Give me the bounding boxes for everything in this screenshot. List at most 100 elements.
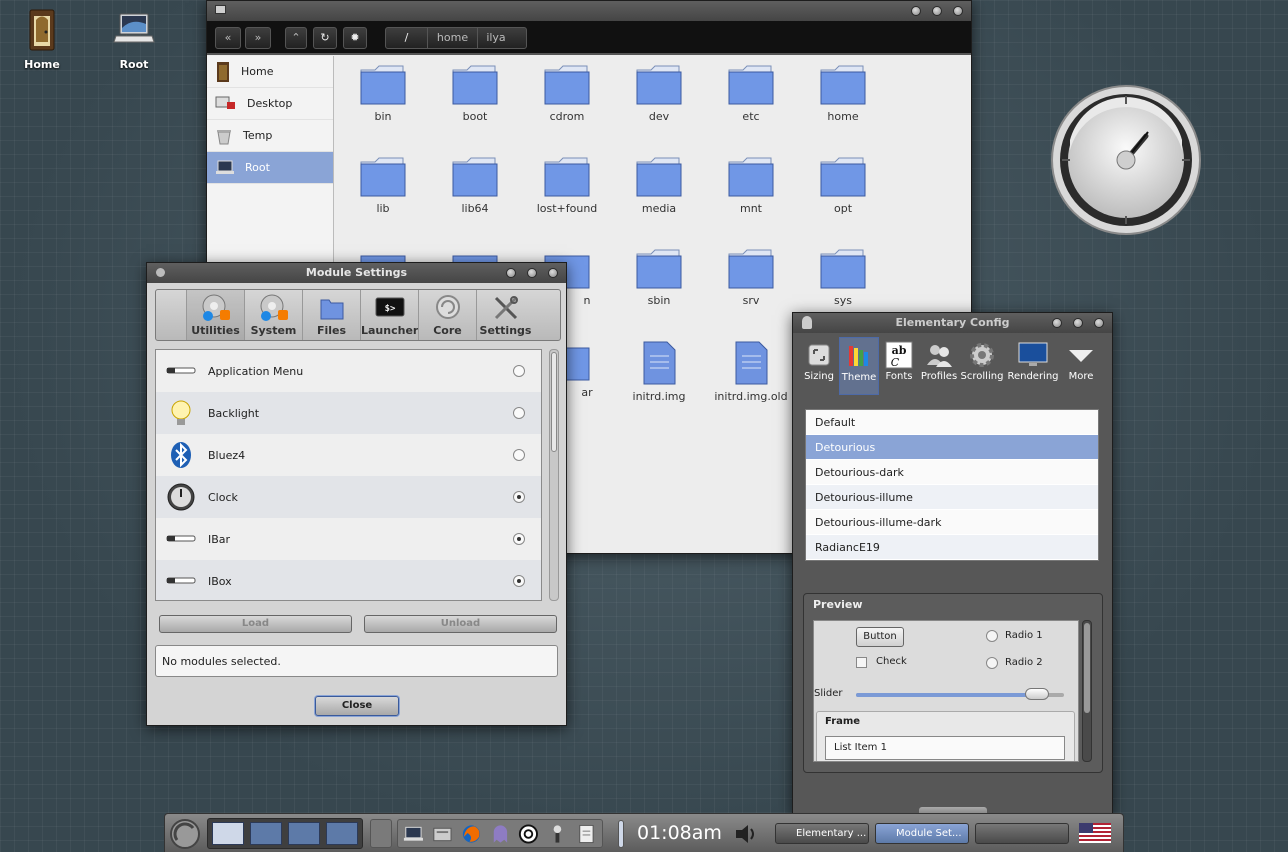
firefox-icon[interactable]: [460, 823, 483, 845]
preview-list-item[interactable]: List Item 1: [825, 736, 1065, 760]
task-empty[interactable]: [975, 823, 1069, 844]
folder-item[interactable]: boot: [431, 64, 519, 123]
folder-item[interactable]: sbin: [615, 248, 703, 307]
tab-launcher[interactable]: $> Launcher: [360, 290, 418, 340]
folder-item[interactable]: home: [799, 64, 887, 123]
document-icon[interactable]: [575, 823, 598, 845]
load-button[interactable]: Load: [159, 615, 352, 633]
pager-desk-2[interactable]: [250, 822, 282, 845]
folder-item[interactable]: sys: [799, 248, 887, 307]
folder-item[interactable]: lib64: [431, 156, 519, 215]
folder-item[interactable]: dev: [615, 64, 703, 123]
clock-time[interactable]: 01:08am: [637, 822, 722, 844]
window-menu-icon[interactable]: [215, 5, 226, 14]
laptop-icon[interactable]: [402, 823, 425, 845]
sidebar-item-home[interactable]: Home: [207, 56, 333, 88]
module-loaded-indicator[interactable]: [513, 575, 525, 587]
thermometer-icon[interactable]: [618, 820, 624, 848]
desktop-icon-home[interactable]: Home: [10, 8, 74, 71]
close-window-button[interactable]: [953, 6, 963, 16]
refresh-button[interactable]: ↻: [313, 27, 337, 49]
task-module-settings[interactable]: Module Set...: [875, 823, 969, 844]
task-elementary-config[interactable]: Elementary ...: [775, 823, 869, 844]
close-window-button[interactable]: [548, 268, 558, 278]
folder-item[interactable]: etc: [707, 64, 795, 123]
maximize-button[interactable]: [527, 268, 537, 278]
window-menu-icon[interactable]: [802, 316, 812, 329]
module-list-scrollbar[interactable]: [549, 349, 559, 601]
theme-item[interactable]: Detourious-illume-dark: [806, 510, 1098, 535]
clock-gadget[interactable]: [1050, 84, 1202, 236]
module-loaded-indicator[interactable]: [513, 407, 525, 419]
sidebar-item-desktop[interactable]: Desktop: [207, 88, 333, 120]
file-manager-icon[interactable]: [431, 823, 454, 845]
folder-item[interactable]: lib: [339, 156, 427, 215]
start-menu-icon[interactable]: [169, 818, 201, 850]
desktop-icon-root[interactable]: Root: [102, 8, 166, 71]
pager-desk-3[interactable]: [288, 822, 320, 845]
unload-button[interactable]: Unload: [364, 615, 557, 633]
slider-handle[interactable]: [1024, 688, 1049, 700]
folder-item[interactable]: cdrom: [523, 64, 611, 123]
file-manager-titlebar[interactable]: [207, 1, 971, 21]
back-button[interactable]: «: [215, 27, 241, 49]
iconify-button[interactable]: [1052, 318, 1062, 328]
elementary-config-titlebar[interactable]: Elementary Config: [793, 313, 1112, 333]
forward-button[interactable]: »: [245, 27, 271, 49]
tab-rendering[interactable]: Rendering: [1005, 337, 1061, 395]
iconify-button[interactable]: [911, 6, 921, 16]
mixer-icon[interactable]: [546, 823, 569, 845]
folder-item[interactable]: mnt: [707, 156, 795, 215]
module-loaded-indicator[interactable]: [513, 365, 525, 377]
amazon-icon[interactable]: [517, 823, 540, 845]
module-loaded-indicator[interactable]: [513, 491, 525, 503]
tab-utilities[interactable]: Utilities: [186, 290, 244, 340]
tab-scrolling[interactable]: Scrolling: [959, 337, 1005, 395]
volume-icon[interactable]: [733, 822, 759, 846]
path-segment-root[interactable]: /: [386, 28, 428, 48]
path-segment-user[interactable]: ilya: [478, 28, 514, 48]
sidebar-item-root[interactable]: Root: [207, 152, 333, 184]
sidebar-item-temp[interactable]: Temp: [207, 120, 333, 152]
tab-profiles[interactable]: Profiles: [919, 337, 959, 395]
theme-item[interactable]: Detourious-dark: [806, 460, 1098, 485]
iconify-button[interactable]: [506, 268, 516, 278]
folder-item[interactable]: bin: [339, 64, 427, 123]
close-button[interactable]: Close: [315, 696, 399, 716]
folder-item[interactable]: lost+found: [523, 156, 611, 215]
theme-item[interactable]: Detourious: [806, 435, 1098, 460]
tab-sizing[interactable]: Sizing: [799, 337, 839, 395]
preview-scrollbar[interactable]: [1082, 620, 1092, 762]
module-row[interactable]: Clock: [156, 476, 541, 518]
theme-item[interactable]: RadiancE19: [806, 535, 1098, 560]
module-row[interactable]: IBar: [156, 518, 541, 560]
file-item[interactable]: initrd.img.old: [707, 340, 795, 403]
up-button[interactable]: ⌃: [285, 27, 307, 49]
module-row[interactable]: Bluez4: [156, 434, 541, 476]
tab-settings[interactable]: Settings: [476, 290, 534, 340]
pager-desk-1[interactable]: [212, 822, 244, 845]
preview-slider[interactable]: [856, 688, 1064, 700]
preview-radio-1[interactable]: [986, 630, 998, 642]
module-row[interactable]: Backlight: [156, 392, 541, 434]
module-settings-titlebar[interactable]: Module Settings: [147, 263, 566, 283]
tab-core[interactable]: Core: [418, 290, 476, 340]
theme-item[interactable]: Default: [806, 410, 1098, 435]
file-item[interactable]: initrd.img: [615, 340, 703, 403]
module-row[interactable]: Application Menu: [156, 350, 541, 392]
path-segment-home[interactable]: home: [428, 28, 478, 48]
settings-gear-button[interactable]: ✹: [343, 27, 367, 49]
pager-desk-4[interactable]: [326, 822, 358, 845]
tab-theme[interactable]: Theme: [839, 337, 879, 395]
tab-files[interactable]: Files: [302, 290, 360, 340]
close-window-button[interactable]: [1094, 318, 1104, 328]
folder-item[interactable]: opt: [799, 156, 887, 215]
module-row[interactable]: IBox: [156, 560, 541, 600]
maximize-button[interactable]: [1073, 318, 1083, 328]
tab-more[interactable]: More: [1061, 337, 1101, 395]
tab-fonts[interactable]: ab C Fonts: [879, 337, 919, 395]
theme-item[interactable]: Detourious-illume: [806, 485, 1098, 510]
preview-checkbox[interactable]: [856, 657, 867, 668]
tab-system[interactable]: System: [244, 290, 302, 340]
module-loaded-indicator[interactable]: [513, 533, 525, 545]
